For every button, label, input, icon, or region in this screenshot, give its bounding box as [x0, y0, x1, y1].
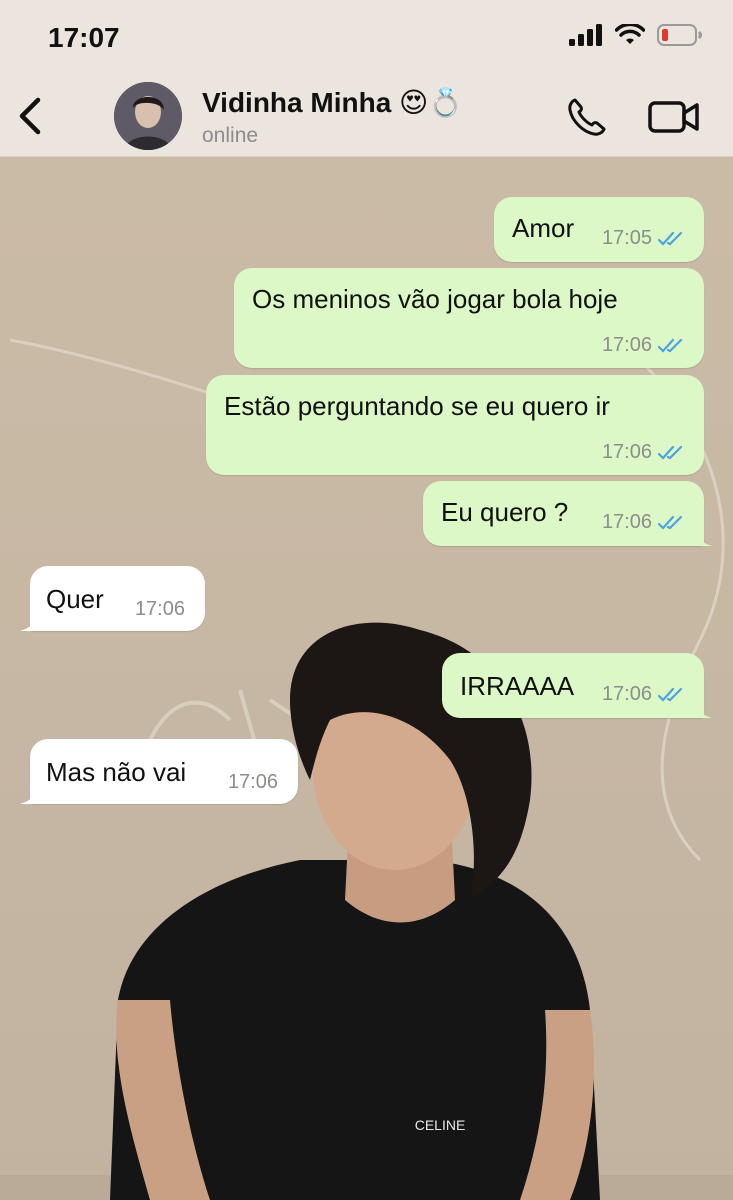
read-ticks-icon: [658, 338, 683, 353]
contact-name[interactable]: Vidinha Minha 😍💍: [202, 86, 463, 119]
message-text: Eu quero ?: [441, 497, 569, 527]
message-text: IRRAAAA: [460, 671, 575, 701]
video-call-icon[interactable]: [648, 100, 700, 134]
bubble-tail: [20, 786, 38, 804]
message-meta: 17:06: [602, 683, 686, 706]
read-ticks-icon: [658, 445, 683, 460]
avatar-image: [114, 82, 182, 150]
status-time: 17:07: [48, 22, 120, 53]
message-time: 17:06: [227, 771, 278, 793]
read-ticks-icon: [658, 231, 683, 246]
message-meta: 17:05: [602, 227, 686, 250]
message-meta: 17:06: [228, 771, 278, 794]
status-icons: [569, 24, 703, 46]
read-ticks-icon: [658, 515, 683, 530]
shirt-print: CELINE: [415, 1117, 466, 1133]
message-time: 17:06: [601, 683, 652, 705]
cellular-signal-icon: [569, 24, 602, 46]
message-incoming[interactable]: Quer 17:06: [20, 566, 205, 631]
message-outgoing[interactable]: Amor 17:05: [494, 197, 704, 262]
phone-icon[interactable]: [566, 96, 608, 138]
message-outgoing[interactable]: IRRAAAA 17:06: [442, 653, 712, 718]
message-time: 17:06: [601, 441, 652, 463]
message-text: Estão perguntando se eu quero ir: [224, 391, 610, 421]
read-ticks-icon: [658, 687, 683, 702]
message-text: Amor: [512, 213, 575, 243]
message-outgoing[interactable]: Eu quero ? 17:06: [423, 481, 712, 546]
message-time: 17:06: [134, 598, 185, 620]
message-time: 17:06: [601, 334, 652, 356]
message-meta: 17:06: [602, 441, 686, 464]
message-text: Mas não vai: [46, 757, 187, 787]
message-time: 17:06: [601, 511, 652, 533]
message-outgoing[interactable]: Os meninos vão jogar bola hoje 17:06: [234, 268, 704, 368]
battery-icon: [657, 24, 702, 46]
status-bar: 17:07: [0, 0, 733, 80]
wifi-icon: [615, 24, 645, 44]
message-text: Os meninos vão jogar bola hoje: [252, 284, 618, 314]
contact-status: online: [202, 124, 259, 147]
message-time: 17:05: [601, 227, 652, 249]
message-meta: 17:06: [602, 511, 686, 534]
message-meta: 17:06: [602, 334, 686, 357]
message-text: Quer: [46, 584, 104, 614]
back-icon[interactable]: [14, 96, 48, 136]
chat-header: Vidinha Minha 😍💍 online: [0, 80, 733, 157]
message-incoming[interactable]: Mas não vai 17:06: [20, 739, 298, 804]
bubble-tail: [694, 528, 712, 546]
message-outgoing[interactable]: Estão perguntando se eu quero ir 17:06: [206, 375, 704, 475]
message-meta: 17:06: [135, 598, 185, 621]
avatar[interactable]: [114, 82, 182, 150]
bubble-tail: [694, 700, 712, 718]
bubble-tail: [20, 613, 38, 631]
